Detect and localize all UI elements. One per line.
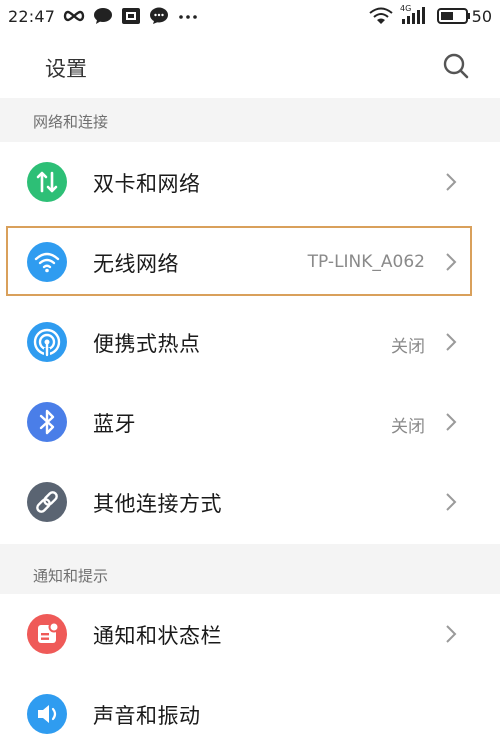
settings-item-notifications[interactable]: 通知和状态栏 xyxy=(0,594,500,674)
status-bar: 22:47 4G 50 xyxy=(0,0,500,34)
message-icon xyxy=(150,7,168,24)
chevron-right-icon xyxy=(446,413,457,431)
chat-bubble-icon xyxy=(94,8,112,24)
notification-icon xyxy=(27,614,67,654)
section-header-notifications: 通知和提示 xyxy=(0,544,500,594)
chevron-right-icon xyxy=(446,625,457,643)
battery-icon xyxy=(437,8,470,24)
section-header-network: 网络和连接 xyxy=(0,98,500,142)
chevron-right-icon xyxy=(446,333,457,351)
infinity-icon xyxy=(63,10,85,22)
chevron-right-icon xyxy=(446,493,457,511)
bluetooth-status: 关闭 xyxy=(391,417,425,437)
battery-percent: 50 xyxy=(471,7,492,26)
dual-sim-icon xyxy=(27,162,67,202)
settings-item-label: 蓝牙 xyxy=(93,412,136,436)
link-icon xyxy=(27,482,67,522)
settings-item-sound[interactable]: 声音和振动 xyxy=(0,674,500,754)
settings-item-dual-sim[interactable]: 双卡和网络 xyxy=(0,142,500,222)
header: 设置 xyxy=(0,34,500,98)
status-time: 22:47 xyxy=(8,7,56,26)
cellular-signal-icon xyxy=(402,7,425,24)
sound-icon xyxy=(27,694,67,734)
settings-item-label: 便携式热点 xyxy=(93,332,201,356)
settings-item-bluetooth[interactable]: 蓝牙 关闭 xyxy=(0,382,500,462)
app-notification-icon xyxy=(122,8,140,24)
hotspot-status: 关闭 xyxy=(391,337,425,357)
settings-item-other-connections[interactable]: 其他连接方式 xyxy=(0,462,500,542)
page-title: 设置 xyxy=(45,57,87,81)
wifi-status-icon xyxy=(369,7,393,24)
bluetooth-icon xyxy=(27,402,67,442)
hotspot-icon xyxy=(27,322,67,362)
chevron-right-icon xyxy=(446,173,457,191)
more-notifications-icon xyxy=(179,15,197,19)
settings-item-label: 双卡和网络 xyxy=(93,172,201,196)
section-title: 网络和连接 xyxy=(33,113,109,131)
settings-item-label: 通知和状态栏 xyxy=(93,624,222,648)
section-title: 通知和提示 xyxy=(33,567,109,585)
settings-item-label: 其他连接方式 xyxy=(93,492,222,516)
settings-item-hotspot[interactable]: 便携式热点 关闭 xyxy=(0,302,500,382)
search-icon[interactable] xyxy=(442,52,470,80)
highlight-box xyxy=(6,226,472,296)
settings-item-label: 声音和振动 xyxy=(93,704,201,728)
